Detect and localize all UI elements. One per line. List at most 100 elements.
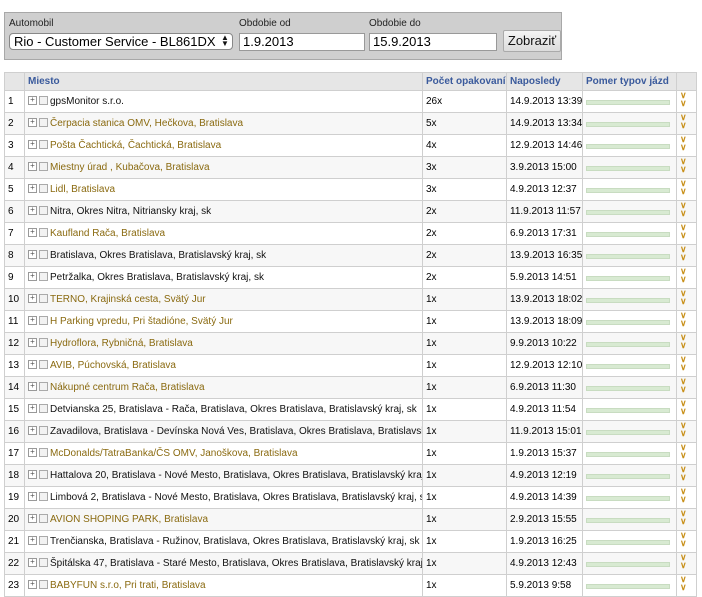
vehicle-select[interactable]: Rio - Customer Service - BL861DX ▲ ▼ [9,33,233,50]
chevron-down-icon[interactable]: ∨ ∨ [680,444,687,460]
header-last[interactable]: Naposledy [506,72,583,91]
chevron-down-icon[interactable]: ∨ ∨ [680,224,687,240]
row-place[interactable]: McDonalds/TatraBanka/ČS OMV, Janoškova, … [50,448,298,459]
row-place-cell: + Špitálska 47, Bratislava - Staré Mesto,… [24,552,423,575]
row-place[interactable]: H Parking vpredu, Pri štadióne, Svätý Ju… [50,316,233,327]
header-place[interactable]: Miesto [24,72,423,91]
chevron-down-icon[interactable]: ∨ ∨ [680,422,687,438]
chevron-down-icon[interactable]: ∨ ∨ [680,488,687,504]
expand-plus-icon[interactable]: + [28,382,37,392]
row-count: 1x [422,310,507,333]
expand-plus-icon[interactable]: + [28,250,37,260]
expand-plus-icon[interactable]: + [28,580,37,590]
expand-plus-icon[interactable]: + [28,118,37,128]
expand-plus-icon[interactable]: + [28,96,37,106]
chevron-down-icon[interactable]: ∨ ∨ [680,312,687,328]
expand-plus-icon[interactable]: + [28,294,37,304]
row-action-cell: ∨ ∨ [676,266,697,289]
expand-plus-icon[interactable]: + [28,272,37,282]
row-ratio-cell [582,200,677,223]
chevron-down-icon[interactable]: ∨ ∨ [680,466,687,482]
row-place[interactable]: TERNO, Krajinská cesta, Svätý Jur [50,294,206,305]
row-place[interactable]: Kaufland Rača, Bratislava [50,228,165,239]
expand-plus-icon[interactable]: + [28,492,37,502]
expand-plus-icon[interactable]: + [28,536,37,546]
row-ratio-cell [582,90,677,113]
row-place[interactable]: AVION SHOPING PARK, Bratislava [50,514,208,525]
chevron-down-icon[interactable]: ∨ ∨ [680,158,687,174]
row-place: Petržalka, Okres Bratislava, Bratislavsk… [50,271,264,283]
row-action-cell: ∨ ∨ [676,530,697,553]
row-place[interactable]: Miestny úrad , Kubačova, Bratislava [50,162,210,173]
row-place-cell: + Zavadilova, Bratislava - Devínska Nová … [24,420,423,443]
date-to-value: 15.9.2013 [373,34,431,49]
row-ratio-cell [582,530,677,553]
row-ratio-cell [582,574,677,597]
row-count: 1x [422,464,507,487]
row-last: 2.9.2013 15:55 [506,508,583,531]
chevron-down-icon[interactable]: ∨ ∨ [680,334,687,350]
chevron-down-icon[interactable]: ∨ ∨ [680,290,687,306]
chevron-down-icon[interactable]: ∨ ∨ [680,246,687,262]
date-from-input[interactable]: 1.9.2013 [239,33,365,51]
expand-plus-icon[interactable]: + [28,162,37,172]
flag-icon [39,514,48,524]
expand-plus-icon[interactable]: + [28,470,37,480]
row-place[interactable]: AVIB, Púchovská, Bratislava [50,360,176,371]
table-row: 21 + Trenčianska, Bratislava - Ružinov, Br… [4,530,697,553]
expand-plus-icon[interactable]: + [28,558,37,568]
chevron-down-icon[interactable]: ∨ ∨ [680,202,687,218]
chevron-down-icon[interactable]: ∨ ∨ [680,356,687,372]
row-ratio-cell [582,398,677,421]
row-index: 15 [4,398,25,421]
header-count[interactable]: Počet opakovaní [422,72,507,91]
expand-plus-icon[interactable]: + [28,338,37,348]
row-place: Bratislava, Okres Bratislava, Bratislavs… [50,249,267,261]
expand-plus-icon[interactable]: + [28,426,37,436]
chevron-down-icon[interactable]: ∨ ∨ [680,532,687,548]
chevron-down-icon[interactable]: ∨ ∨ [680,136,687,152]
expand-plus-icon[interactable]: + [28,206,37,216]
row-place-cell: + Kaufland Rača, Bratislava [24,222,423,245]
chevron-down-icon[interactable]: ∨ ∨ [680,510,687,526]
row-count: 2x [422,222,507,245]
chevron-down-icon[interactable]: ∨ ∨ [680,400,687,416]
filter-panel: Automobil Rio - Customer Service - BL861… [4,12,562,60]
expand-plus-icon[interactable]: + [28,140,37,150]
row-index: 21 [4,530,25,553]
row-place[interactable]: Nákupné centrum Rača, Bratislava [50,382,205,393]
row-count: 2x [422,266,507,289]
chevron-down-icon[interactable]: ∨ ∨ [680,114,687,130]
chevron-down-icon[interactable]: ∨ ∨ [680,378,687,394]
chevron-down-icon[interactable]: ∨ ∨ [680,554,687,570]
table-row: 10 + TERNO, Krajinská cesta, Svätý Jur 1x 13… [4,288,697,311]
expand-plus-icon[interactable]: + [28,228,37,238]
expand-plus-icon[interactable]: + [28,316,37,326]
chevron-down-icon[interactable]: ∨ ∨ [680,576,687,592]
chevron-down-icon[interactable]: ∨ ∨ [680,268,687,284]
row-place[interactable]: Lidl, Bratislava [50,184,115,195]
row-index: 14 [4,376,25,399]
expand-plus-icon[interactable]: + [28,448,37,458]
date-from-value: 1.9.2013 [243,34,294,49]
row-place[interactable]: Hydroflora, Rybničná, Bratislava [50,338,193,349]
expand-plus-icon[interactable]: + [28,404,37,414]
row-place[interactable]: BABYFUN s.r.o, Pri trati, Bratislava [50,580,206,591]
expand-plus-icon[interactable]: + [28,184,37,194]
row-action-cell: ∨ ∨ [676,574,697,597]
row-index: 9 [4,266,25,289]
chevron-down-icon[interactable]: ∨ ∨ [680,180,687,196]
row-index: 16 [4,420,25,443]
row-ratio-cell [582,112,677,135]
show-button[interactable]: Zobraziť [503,30,561,52]
expand-plus-icon[interactable]: + [28,514,37,524]
row-place-cell: + AVIB, Púchovská, Bratislava [24,354,423,377]
chevron-down-icon[interactable]: ∨ ∨ [680,92,687,108]
trip-ratio-bar [586,341,670,347]
expand-plus-icon[interactable]: + [28,360,37,370]
row-place[interactable]: Pošta Čachtická, Čachtická, Bratislava [50,140,221,151]
flag-icon [39,470,48,480]
date-to-input[interactable]: 15.9.2013 [369,33,497,51]
row-place[interactable]: Čerpacia stanica OMV, Hečkova, Bratislav… [50,118,243,129]
trip-ratio-bar [586,209,670,215]
